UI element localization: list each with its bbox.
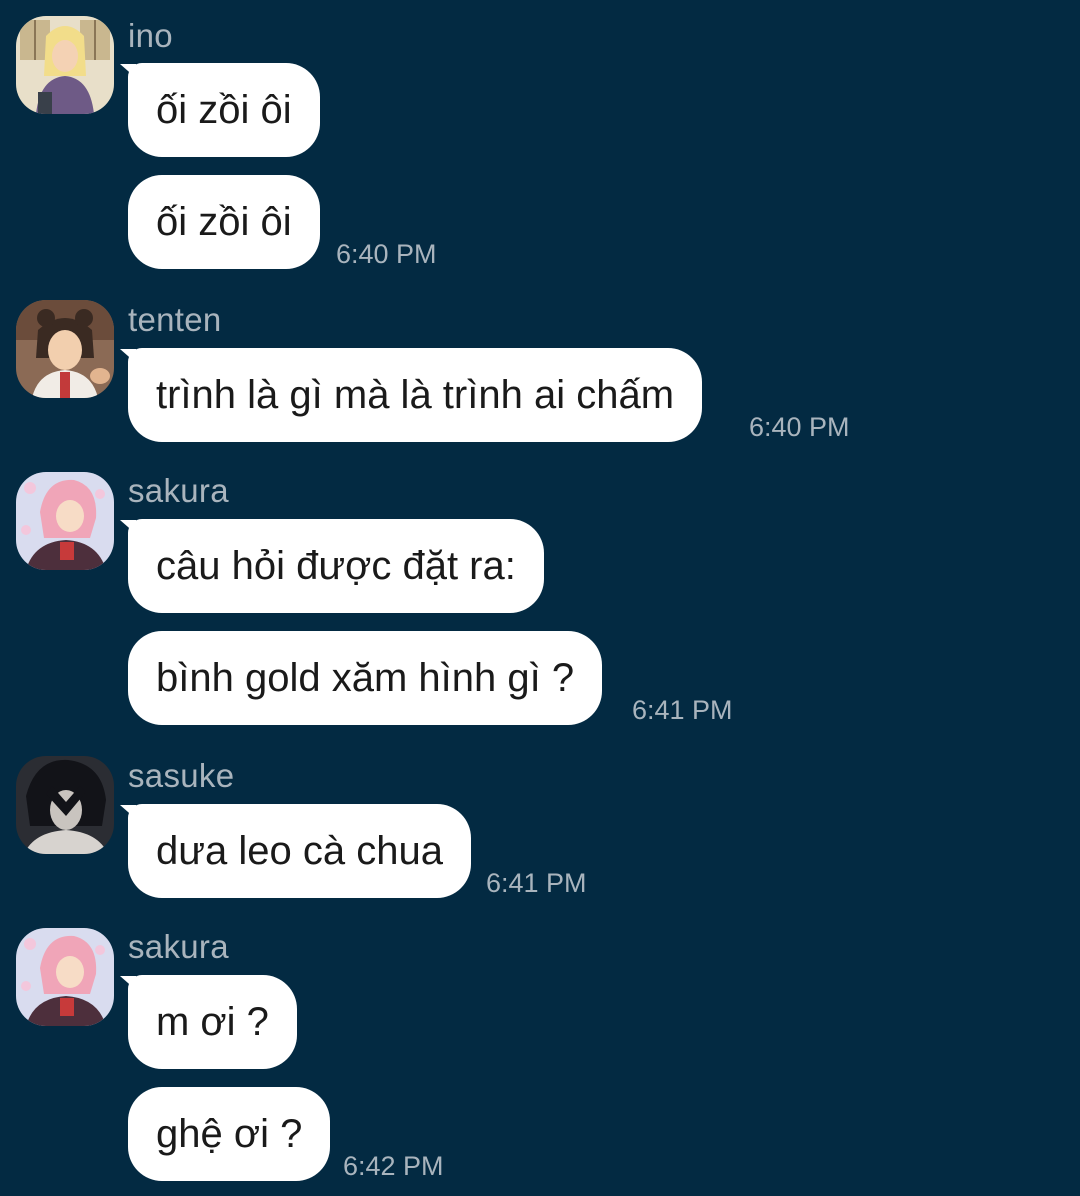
sender-name: tenten [128,301,222,338]
sender-name: sakura [128,928,229,965]
ino-avatar-icon[interactable] [16,16,114,114]
message-timestamp: 6:40 PM [336,239,437,269]
message-bubble[interactable]: ghệ ơi ? [128,1087,331,1181]
tenten-avatar-icon[interactable] [16,300,114,398]
sender-name: sakura [128,472,229,509]
message-bubble[interactable]: ối zồi ôi [128,175,320,269]
message-bubble[interactable]: trình là gì mà là trình ai chấm [128,348,703,442]
sender-name: ino [128,17,173,54]
sender-name: sasuke [128,757,235,794]
message-timestamp: 6:41 PM [632,695,733,725]
sakura-avatar-icon[interactable] [16,472,114,570]
message-bubble[interactable]: câu hỏi được đặt ra: [128,519,544,613]
message-timestamp: 6:41 PM [486,868,587,898]
message-bubble[interactable]: dưa leo cà chua [128,804,471,898]
sasuke-avatar-icon[interactable] [16,756,114,854]
message-timestamp: 6:42 PM [343,1151,444,1181]
message-timestamp: 6:40 PM [749,412,850,442]
chat-conversation: ino ối zồi ôi ối zồi ôi 6:40 PM tenten t… [0,0,1080,1196]
message-bubble[interactable]: bình gold xăm hình gì ? [128,631,603,725]
message-bubble[interactable]: m ơi ? [128,975,297,1069]
sakura-avatar-icon[interactable] [16,928,114,1026]
message-bubble[interactable]: ối zồi ôi [128,63,320,157]
